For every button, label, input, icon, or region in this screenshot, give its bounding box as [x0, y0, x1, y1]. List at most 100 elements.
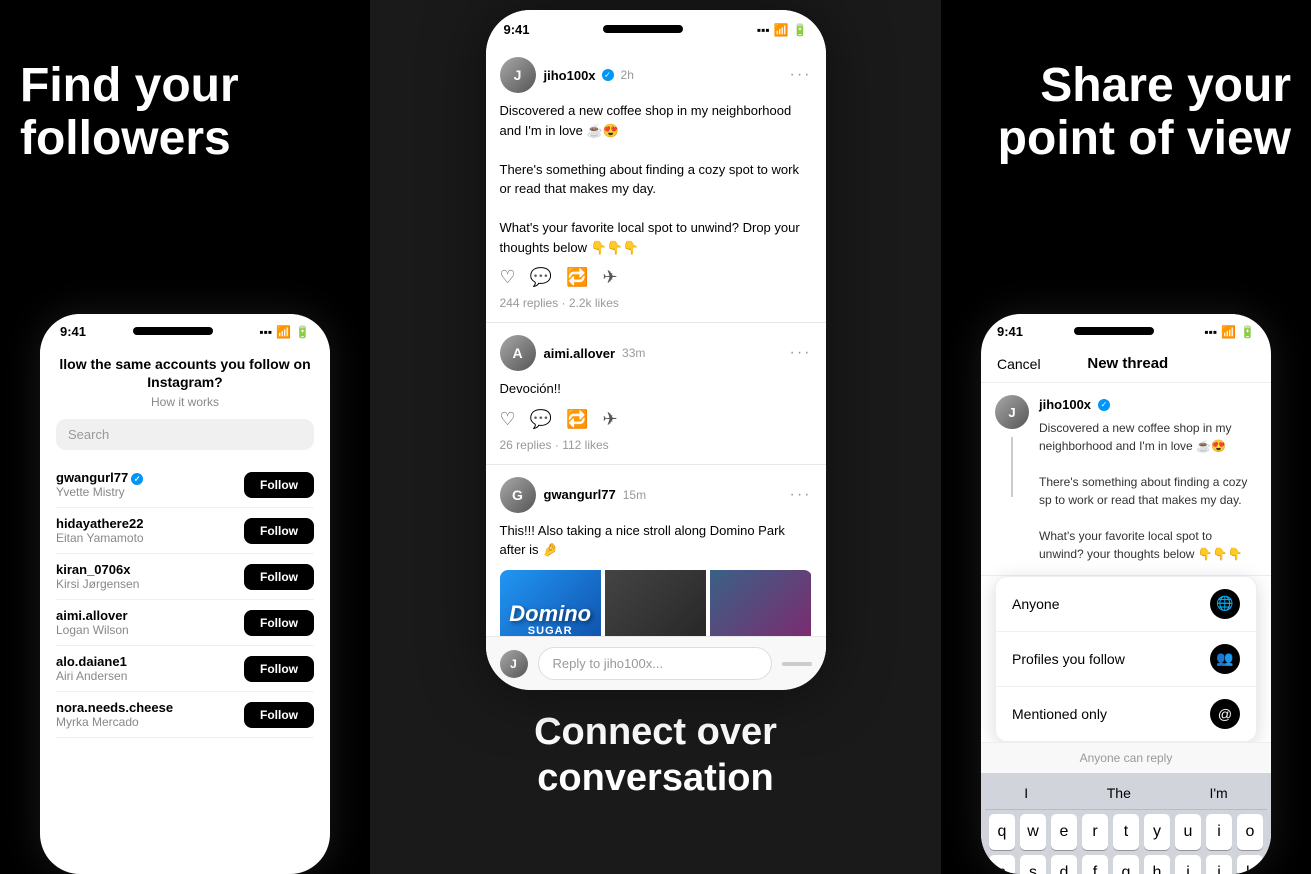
realname-0: Yvette Mistry: [56, 485, 143, 499]
key-i[interactable]: i: [1206, 814, 1232, 850]
post-menu-1[interactable]: ···: [790, 344, 812, 362]
key-s[interactable]: s: [1020, 855, 1046, 874]
suggestion-1[interactable]: The: [1099, 783, 1139, 803]
suggestion-0[interactable]: I: [1016, 783, 1036, 803]
compose-area: J jiho100x Discovered a new coffee shop …: [981, 383, 1271, 576]
post-username-1: aimi.allover: [544, 346, 616, 361]
right-battery-icon: 🔋: [1240, 325, 1255, 339]
right-headline-line2: point of view: [998, 112, 1291, 165]
like-icon-1[interactable]: ♡: [500, 409, 516, 430]
bottom-caption-line2: conversation: [537, 757, 774, 799]
post-actions-1: ♡ 💬 🔁 ✈: [500, 409, 812, 430]
reply-who-dropdown: Anyone 🌐 Profiles you follow 👥 Mentioned…: [995, 576, 1257, 742]
realname-3: Logan Wilson: [56, 623, 129, 637]
key-r[interactable]: r: [1082, 814, 1108, 850]
share-icon-1[interactable]: ✈: [602, 409, 617, 430]
like-icon-0[interactable]: ♡: [500, 267, 516, 288]
repost-icon-1[interactable]: 🔁: [566, 409, 588, 430]
key-u[interactable]: u: [1175, 814, 1201, 850]
username-5: nora.needs.cheese: [56, 700, 173, 715]
how-it-works-link[interactable]: How it works: [56, 395, 314, 409]
compose-username: jiho100x: [1039, 395, 1091, 415]
cancel-button[interactable]: Cancel: [997, 356, 1041, 372]
post-header-1: A aimi.allover 33m ···: [500, 335, 812, 371]
key-g[interactable]: g: [1113, 855, 1139, 874]
follow-btn-5[interactable]: Follow: [244, 702, 314, 728]
key-y[interactable]: y: [1144, 814, 1170, 850]
compose-text-area[interactable]: jiho100x Discovered a new coffee shop in…: [1039, 395, 1257, 563]
key-h[interactable]: h: [1144, 855, 1170, 874]
middle-phone: 9:41 ▪▪▪ 📶 🔋 J jiho100x: [486, 10, 826, 690]
username-2: kiran_0706x: [56, 562, 139, 577]
suggestion-2[interactable]: I'm: [1201, 783, 1235, 803]
realname-1: Eitan Yamamoto: [56, 531, 144, 545]
battery-icon: 🔋: [295, 325, 310, 339]
key-f[interactable]: f: [1082, 855, 1108, 874]
post-text-1: Devoción!!: [500, 379, 812, 399]
comment-icon-1[interactable]: 💬: [530, 409, 552, 430]
right-phone-top: 9:41 ▪▪▪ 📶 🔋: [981, 314, 1271, 345]
follow-item-5: nora.needs.cheese Myrka Mercado Follow: [56, 692, 314, 738]
follow-btn-2[interactable]: Follow: [244, 564, 314, 590]
signal-icon: ▪▪▪: [259, 325, 272, 339]
right-headline-line1: Share your: [1040, 59, 1291, 112]
follow-btn-0[interactable]: Follow: [244, 472, 314, 498]
key-a[interactable]: a: [989, 855, 1015, 874]
reply-option-mentioned[interactable]: Mentioned only @: [996, 687, 1256, 741]
post-username-2: gwangurl77: [544, 487, 616, 502]
username-0: gwangurl77: [56, 470, 143, 485]
follow-item-3: aimi.allover Logan Wilson Follow: [56, 600, 314, 646]
follow-btn-4[interactable]: Follow: [244, 656, 314, 682]
key-j2[interactable]: i: [1175, 855, 1201, 874]
follow-item-2: kiran_0706x Kirsi Jørgensen Follow: [56, 554, 314, 600]
reply-option-anyone[interactable]: Anyone 🌐: [996, 577, 1256, 632]
key-j[interactable]: j: [1206, 855, 1232, 874]
middle-feed-content[interactable]: J jiho100x 2h ··· Discovered a new coffe…: [486, 45, 826, 665]
key-d[interactable]: d: [1051, 855, 1077, 874]
left-headline-line2: followers: [20, 112, 231, 165]
follow-btn-3[interactable]: Follow: [244, 610, 314, 636]
key-e[interactable]: e: [1051, 814, 1077, 850]
post-stats-0: 244 replies · 2.2k likes: [500, 296, 812, 310]
follow-btn-1[interactable]: Follow: [244, 518, 314, 544]
right-headline: Share your point of view: [961, 60, 1291, 166]
left-headline-line1: Find your: [20, 59, 239, 112]
reply-option-anyone-label: Anyone: [1012, 596, 1059, 612]
right-phone-icons: ▪▪▪ 📶 🔋: [1204, 325, 1255, 339]
post-time-0: 2h: [621, 68, 634, 82]
username-4: alo.daiane1: [56, 654, 127, 669]
repost-icon-0[interactable]: 🔁: [566, 267, 588, 288]
left-phone-content: llow the same accounts you follow on Ins…: [40, 345, 330, 748]
new-thread-title: New thread: [1087, 355, 1168, 372]
key-k[interactable]: k: [1237, 855, 1263, 874]
username-1: hidayathere22: [56, 516, 144, 531]
share-icon-0[interactable]: ✈: [602, 267, 617, 288]
post-menu-2[interactable]: ···: [790, 486, 812, 504]
post-header-2: G gwangurl77 15m ···: [500, 477, 812, 513]
post-actions-0: ♡ 💬 🔁 ✈: [500, 267, 812, 288]
key-t[interactable]: t: [1113, 814, 1139, 850]
search-bar[interactable]: Search: [56, 419, 314, 450]
left-phone-mockup: 9:41 ▪▪▪ 📶 🔋 llow the same accounts you …: [40, 314, 330, 874]
post-user-info-2: G gwangurl77 15m: [500, 477, 647, 513]
compose-content-text: Discovered a new coffee shop in my neigh…: [1039, 419, 1257, 563]
key-o[interactable]: o: [1237, 814, 1263, 850]
left-panel: Find your followers 9:41 ▪▪▪ 📶 🔋 llow th…: [0, 0, 370, 874]
comment-icon-0[interactable]: 💬: [530, 267, 552, 288]
compose-avatar: J: [995, 395, 1029, 429]
left-phone-top-bar: 9:41 ▪▪▪ 📶 🔋: [40, 314, 330, 345]
post-menu-0[interactable]: ···: [790, 66, 812, 84]
key-w[interactable]: w: [1020, 814, 1046, 850]
bottom-caption-line1: Connect over: [534, 711, 777, 753]
home-indicator: [782, 662, 812, 666]
reply-input[interactable]: Reply to jiho100x...: [538, 647, 772, 680]
key-q[interactable]: q: [989, 814, 1015, 850]
right-signal-icon: ▪▪▪: [1204, 325, 1217, 339]
username-3: aimi.allover: [56, 608, 129, 623]
user-info-3: aimi.allover Logan Wilson: [56, 608, 129, 637]
post-username-row-1: aimi.allover 33m: [544, 346, 646, 361]
user-info-4: alo.daiane1 Airi Andersen: [56, 654, 127, 683]
right-wifi-icon: 📶: [1221, 325, 1236, 339]
reply-option-following[interactable]: Profiles you follow 👥: [996, 632, 1256, 687]
keyboard-suggestions: I The I'm: [985, 777, 1267, 810]
